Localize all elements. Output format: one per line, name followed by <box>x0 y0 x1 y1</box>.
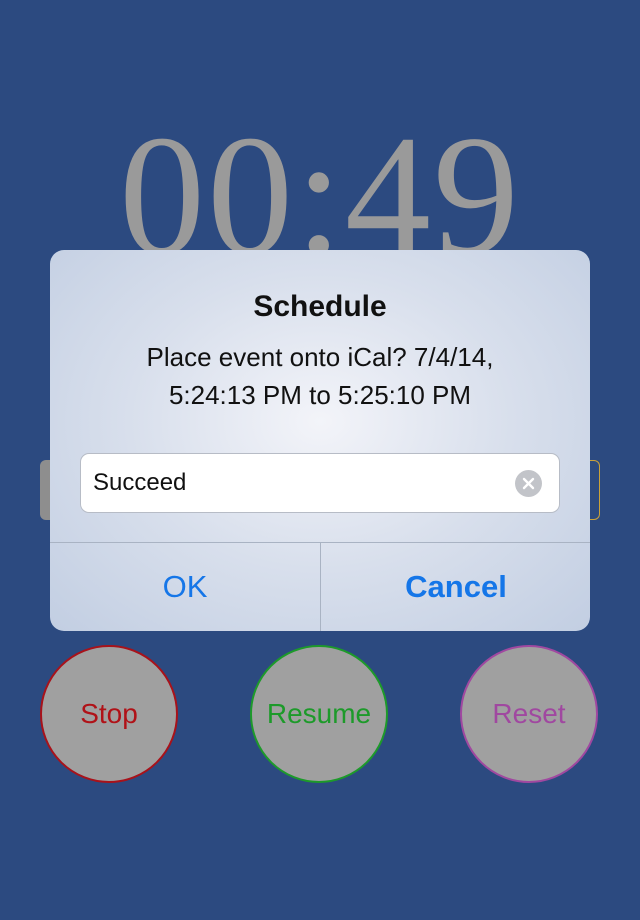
ok-button-label: OK <box>162 569 208 604</box>
schedule-alert-dialog: Schedule Place event onto iCal? 7/4/14, … <box>50 250 590 631</box>
stop-button-label: Stop <box>80 698 138 729</box>
dialog-message-line-2: 5:24:13 PM to 5:25:10 PM <box>168 380 472 410</box>
resume-button[interactable]: Resume <box>250 645 388 783</box>
clear-x-glyph <box>522 477 535 490</box>
clear-text-icon[interactable] <box>515 470 542 497</box>
reset-button-label: Reset <box>492 698 566 729</box>
stopwatch-screen: 00:49 Stop Resume Reset Schedule Place e… <box>0 0 640 920</box>
dialog-message: Place event onto iCal? 7/4/14, 5:24:13 P… <box>50 338 590 414</box>
stop-button[interactable]: Stop <box>40 645 178 783</box>
event-name-field[interactable]: Succeed <box>80 453 560 513</box>
ok-button[interactable]: OK <box>50 543 320 631</box>
resume-button-label: Resume <box>266 698 372 729</box>
dialog-message-line-1: Place event onto iCal? 7/4/14, <box>146 342 494 372</box>
event-name-value: Succeed <box>93 469 187 496</box>
dialog-title: Schedule <box>253 290 387 323</box>
cancel-button-label: Cancel <box>405 569 507 604</box>
cancel-button[interactable]: Cancel <box>321 543 590 631</box>
reset-button[interactable]: Reset <box>460 645 598 783</box>
